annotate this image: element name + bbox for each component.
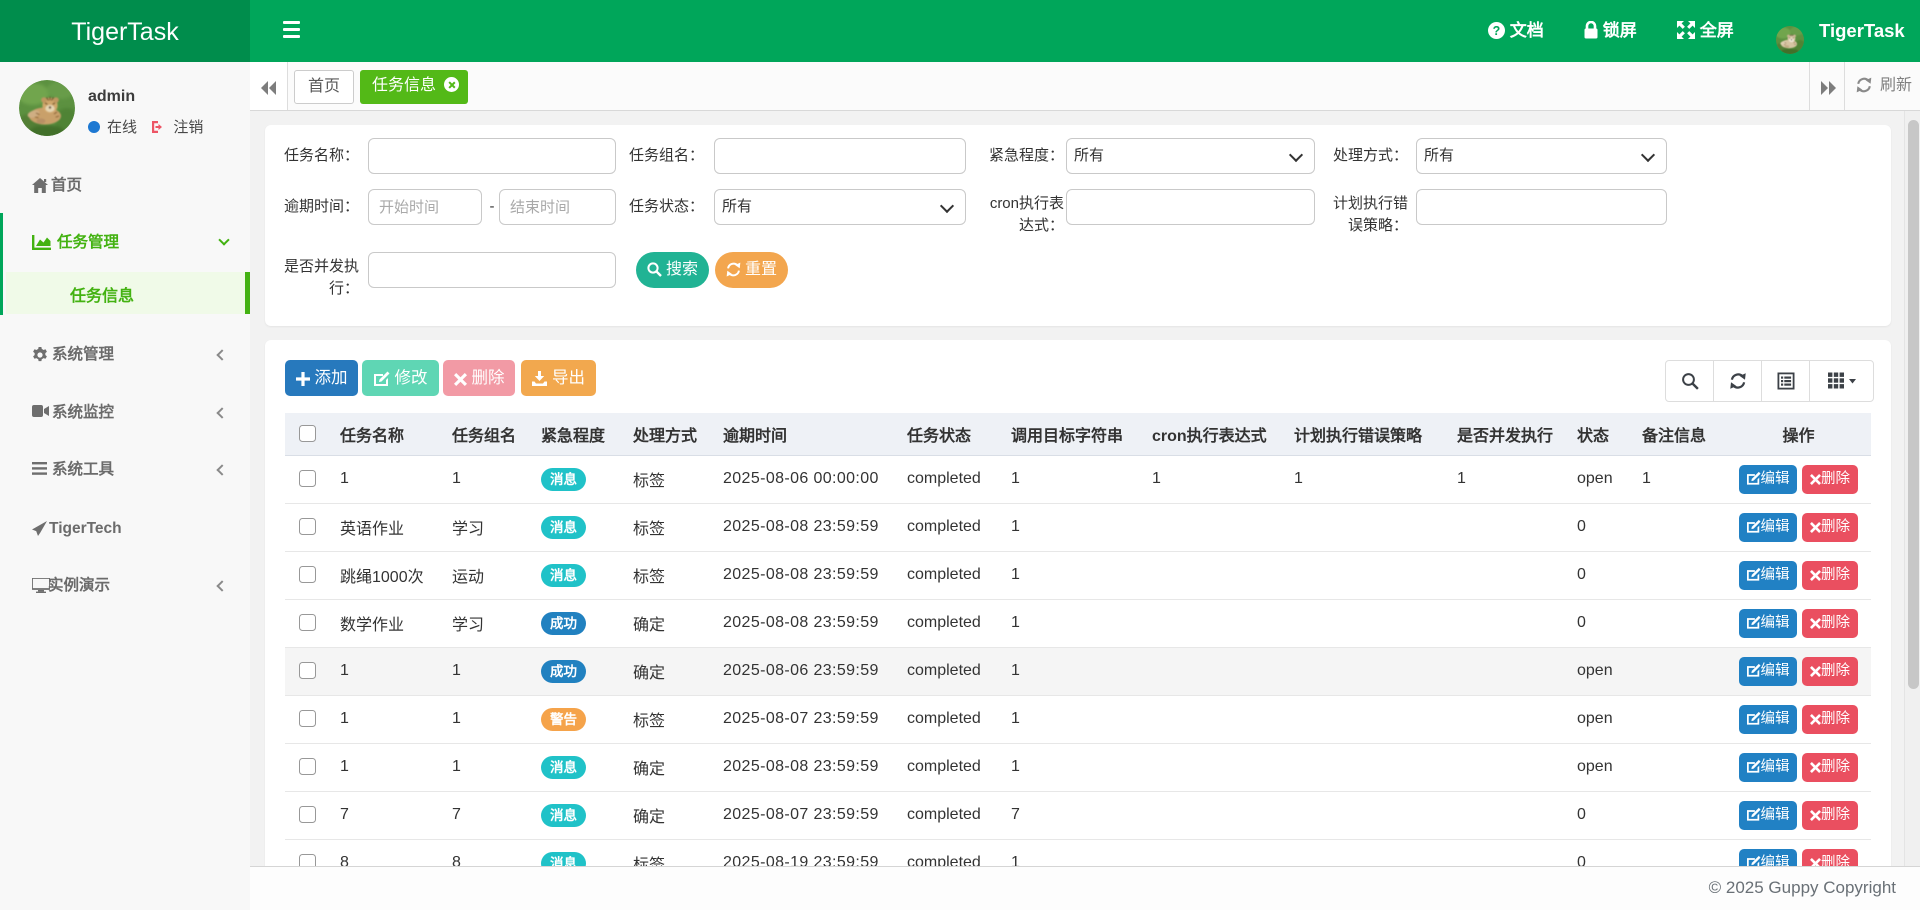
svg-text:?: ? (1493, 24, 1501, 38)
